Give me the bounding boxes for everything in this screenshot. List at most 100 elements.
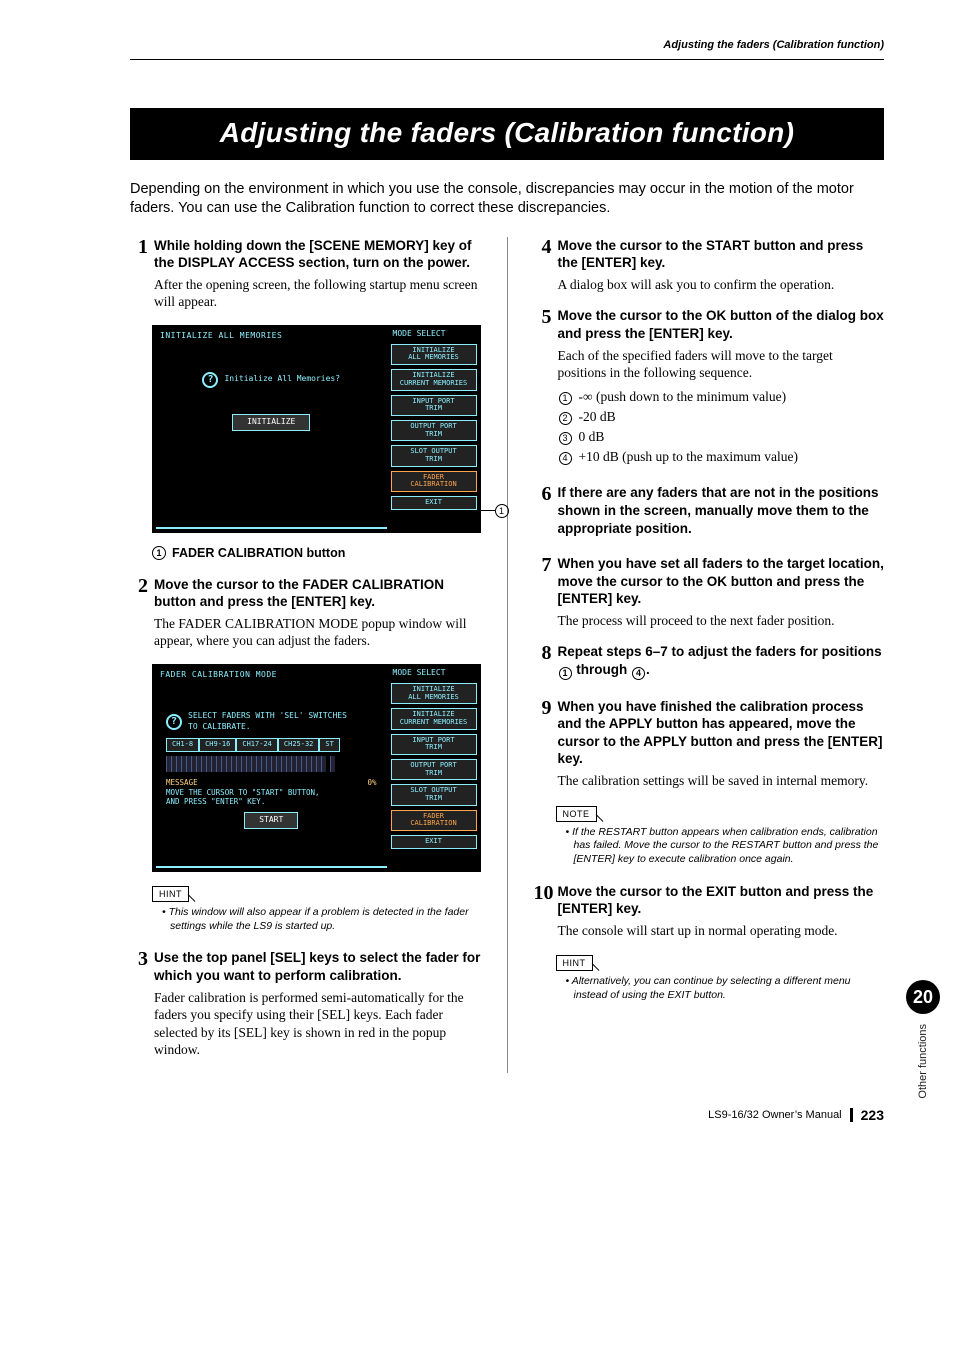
page-title: Adjusting the faders (Calibration functi…: [130, 108, 884, 160]
seq-num-2: 2: [559, 412, 572, 425]
step-number: 1: [130, 237, 148, 311]
step-1: 1 While holding down the [SCENE MEMORY] …: [130, 237, 481, 311]
mode-btn-exit[interactable]: EXIT: [391, 496, 477, 510]
step-9: 9 When you have finished the calibration…: [534, 698, 885, 790]
help-icon: ?: [202, 372, 218, 388]
mode-btn-slot-output-trim[interactable]: SLOT OUTPUT TRIM: [391, 445, 477, 466]
mode-btn-slot-output-trim[interactable]: SLOT OUTPUT TRIM: [391, 784, 477, 805]
step-text: The calibration settings will be saved i…: [558, 772, 885, 790]
step-3: 3 Use the top panel [SEL] keys to select…: [130, 949, 481, 1058]
seq-num-4: 4: [559, 452, 572, 465]
right-rail: 20 Other functions: [906, 980, 940, 1099]
step-text: After the opening screen, the following …: [154, 276, 481, 311]
seq-num-1: 1: [559, 392, 572, 405]
message-percent: 0%: [367, 778, 376, 788]
channel-toggles: CH1-8 CH9-16 CH17-24 CH25-32 ST: [166, 738, 387, 751]
step-text: The console will start up in normal oper…: [558, 922, 885, 940]
mode-btn-init-current[interactable]: INITIALIZE CURRENT MEMORIES: [391, 369, 477, 390]
mode-btn-fader-calibration[interactable]: FADER CALIBRATION: [391, 810, 477, 831]
step-head: Move the cursor to the EXIT button and p…: [558, 883, 885, 918]
manual-name: LS9-16/32 Owner’s Manual: [708, 1108, 842, 1123]
step-number: 3: [130, 949, 148, 1058]
step-7: 7 When you have set all faders to the ta…: [534, 555, 885, 629]
step-number: 7: [534, 555, 552, 629]
step-head: Use the top panel [SEL] keys to select t…: [154, 949, 481, 984]
toggle-st[interactable]: ST: [319, 738, 339, 751]
step-4: 4 Move the cursor to the START button an…: [534, 237, 885, 294]
step-head: If there are any faders that are not in …: [558, 484, 885, 537]
mode-btn-init-all[interactable]: INITIALIZE ALL MEMORIES: [391, 683, 477, 704]
sequence-list: 1-∞ (push down to the minimum value) 2-2…: [558, 388, 885, 467]
mode-btn-init-current[interactable]: INITIALIZE CURRENT MEMORIES: [391, 708, 477, 729]
seq-text-3: 0 dB: [579, 428, 605, 446]
callout-1-number: 1: [495, 504, 509, 518]
hint-2: HINT Alternatively, you can continue by …: [556, 953, 885, 1002]
step-number: 2: [130, 576, 148, 650]
mode-btn-exit[interactable]: EXIT: [391, 835, 477, 849]
step-6: 6 If there are any faders that are not i…: [534, 484, 885, 541]
scr2-title: FADER CALIBRATION MODE: [156, 668, 387, 683]
seq-num-3: 3: [559, 432, 572, 445]
step-text: A dialog box will ask you to confirm the…: [558, 276, 885, 294]
step-5: 5 Move the cursor to the OK button of th…: [534, 307, 885, 470]
toggle-ch25-32[interactable]: CH25-32: [278, 738, 320, 751]
hint-1: HINT This window will also appear if a p…: [152, 884, 481, 933]
right-column: 4 Move the cursor to the START button an…: [534, 237, 885, 1073]
mode-btn-output-port-trim[interactable]: OUTPUT PORT TRIM: [391, 420, 477, 441]
note-1-text: If the RESTART button appears when calib…: [556, 826, 885, 867]
step-head: Move the cursor to the OK button of the …: [558, 307, 885, 342]
seq-ref-1: 1: [559, 667, 572, 680]
step-number: 4: [534, 237, 552, 294]
start-button[interactable]: START: [244, 812, 298, 829]
calibration-screenshot: FADER CALIBRATION MODE ? SELECT FADERS W…: [152, 664, 481, 872]
initialize-button[interactable]: INITIALIZE: [232, 414, 310, 431]
toggle-ch17-24[interactable]: CH17-24: [236, 738, 278, 751]
mode-btn-input-port-trim[interactable]: INPUT PORT TRIM: [391, 734, 477, 755]
message-text: MOVE THE CURSOR TO "START" BUTTON, AND P…: [166, 788, 377, 806]
running-head: Adjusting the faders (Calibration functi…: [130, 38, 884, 60]
side-section-label: Other functions: [916, 1024, 931, 1099]
step-head: Repeat steps 6–7 to adjust the faders fo…: [558, 643, 885, 680]
hint-1-text: This window will also appear if a proble…: [152, 906, 481, 933]
step-head: Move the cursor to the FADER CALIBRATION…: [154, 576, 481, 611]
toggle-ch9-16[interactable]: CH9-16: [199, 738, 236, 751]
step-2: 2 Move the cursor to the FADER CALIBRATI…: [130, 576, 481, 650]
note-1: NOTE If the RESTART button appears when …: [556, 804, 885, 867]
mode-btn-init-all[interactable]: INITIALIZE ALL MEMORIES: [391, 344, 477, 365]
message-label: MESSAGE: [166, 778, 198, 788]
mode-select-title: MODE SELECT: [391, 668, 477, 679]
mode-btn-fader-calibration[interactable]: FADER CALIBRATION: [391, 471, 477, 492]
seq-text-4: +10 dB (push up to the maximum value): [579, 448, 798, 466]
toggle-ch1-8[interactable]: CH1-8: [166, 738, 199, 751]
mode-btn-output-port-trim[interactable]: OUTPUT PORT TRIM: [391, 759, 477, 780]
step-number: 5: [534, 307, 552, 470]
scr1-title: INITIALIZE ALL MEMORIES: [156, 329, 387, 344]
seq-text-1: -∞ (push down to the minimum value): [579, 388, 787, 406]
page-divider-icon: [850, 1108, 853, 1122]
caption-1-number: 1: [152, 546, 166, 560]
chapter-badge: 20: [906, 980, 940, 1014]
page-footer: LS9-16/32 Owner’s Manual 223: [708, 1106, 884, 1125]
caption-1-text: FADER CALIBRATION button: [172, 545, 345, 562]
column-divider: [507, 237, 508, 1073]
mode-select-title: MODE SELECT: [391, 329, 477, 340]
step-8: 8 Repeat steps 6–7 to adjust the faders …: [534, 643, 885, 684]
step-number: 8: [534, 643, 552, 684]
help-icon: ?: [166, 714, 182, 730]
initialize-screenshot: INITIALIZE ALL MEMORIES ? Initialize All…: [152, 325, 481, 533]
left-column: 1 While holding down the [SCENE MEMORY] …: [130, 237, 481, 1073]
scr2-dialog-text: SELECT FADERS WITH 'SEL' SWITCHES TO CAL…: [188, 711, 347, 733]
mode-btn-input-port-trim[interactable]: INPUT PORT TRIM: [391, 395, 477, 416]
step-number: 6: [534, 484, 552, 541]
step-head: When you have finished the calibration p…: [558, 698, 885, 768]
step-10: 10 Move the cursor to the EXIT button an…: [534, 883, 885, 940]
scr1-dialog-text: Initialize All Memories?: [224, 374, 340, 385]
step-text: The FADER CALIBRATION MODE popup window …: [154, 615, 481, 650]
step-head: Move the cursor to the START button and …: [558, 237, 885, 272]
step-text: The process will proceed to the next fad…: [558, 612, 885, 630]
hint-label: HINT: [152, 886, 189, 902]
page-number: 223: [861, 1106, 884, 1125]
step-text: Each of the specified faders will move t…: [558, 347, 885, 382]
step-number: 9: [534, 698, 552, 790]
step-text: Fader calibration is performed semi-auto…: [154, 989, 481, 1059]
